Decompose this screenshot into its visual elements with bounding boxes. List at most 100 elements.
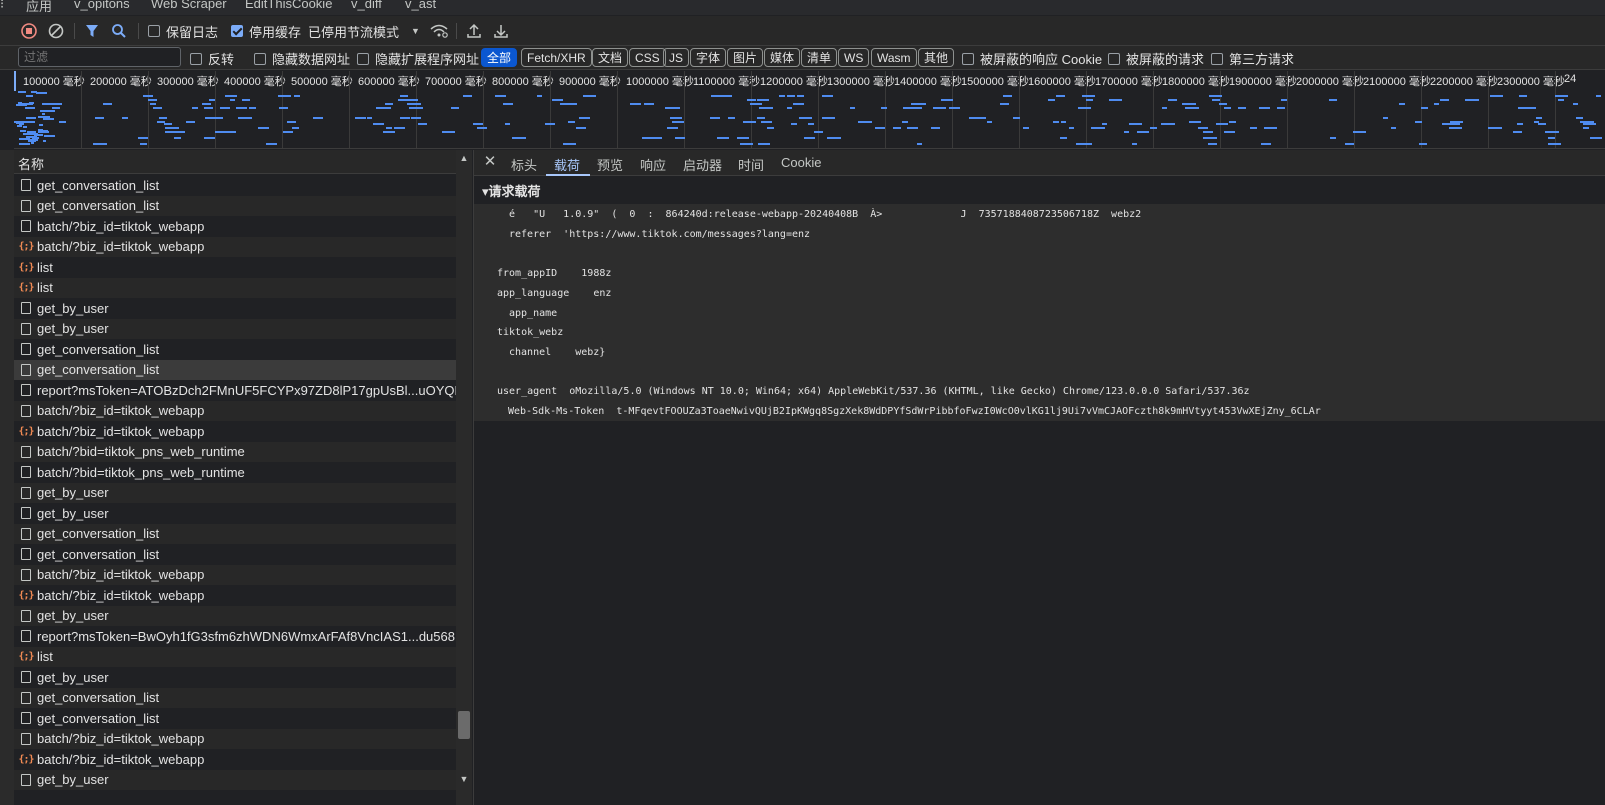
tab-v-ast[interactable]: v_ast [405,0,436,11]
scroll-down-icon[interactable]: ▼ [459,774,469,784]
filter-input[interactable] [18,47,181,67]
tab-timing[interactable]: 时间 [738,155,764,174]
request-row[interactable]: get_conversation_list [14,687,456,708]
request-row[interactable]: batch/?bid=tiktok_pns_web_runtime [14,462,456,483]
request-row[interactable]: get_conversation_list [14,708,456,729]
request-row[interactable]: get_conversation_list [14,523,456,544]
request-row[interactable]: {;} list [14,257,456,278]
request-row[interactable]: {;} batch/?biz_id=tiktok_webapp [14,749,456,770]
request-row[interactable]: {;} list [14,646,456,667]
wifi-settings-icon [430,24,448,38]
export-har-button[interactable] [492,21,510,41]
tab-application[interactable]: 应用 [26,0,52,15]
tab-v-opitons[interactable]: v_opitons [74,0,130,11]
tab-preview[interactable]: 预览 [597,155,623,174]
request-row[interactable]: get_by_user [14,605,456,626]
type-filter-other[interactable]: 其他 [918,48,955,67]
type-filter-media[interactable]: 媒体 [764,48,801,67]
document-icon [20,548,32,561]
request-payload-section-toggle[interactable]: ▾请求载荷 [482,181,541,200]
request-row[interactable]: {;} list [14,277,456,298]
type-filter-wasm[interactable]: Wasm [871,48,917,67]
request-row[interactable]: get_by_user [14,298,456,319]
invert-checkbox[interactable]: 反转 [190,49,234,68]
hide-ext-urls-checkbox[interactable]: 隐藏扩展程序网址 [357,49,479,68]
left-gutter [0,150,14,805]
document-glyph [21,691,31,704]
tab-v-diff[interactable]: v_diff [351,0,382,11]
type-filter-js[interactable]: JS [663,48,690,67]
request-row[interactable]: get_by_user [14,667,456,688]
more-tabs-icon[interactable]: ⁝ [0,0,4,12]
document-icon [20,630,32,643]
throttle-select[interactable]: 已停用节流模式 ▼ [308,21,420,41]
type-filter-img[interactable]: 图片 [727,48,764,67]
record-button[interactable] [20,21,38,41]
request-row[interactable]: get_by_user [14,482,456,503]
request-list-scrollbar[interactable]: ▲ ▼ [456,150,472,805]
type-filter-manifest[interactable]: 清单 [801,48,838,67]
payload-line: Web-Sdk-Ms-Token t-MFqevtFOOUZa3ToaeNwiv… [508,406,1321,417]
request-row[interactable]: {;} batch/?biz_id=tiktok_webapp [14,421,456,442]
request-row[interactable]: get_by_user [14,318,456,339]
disable-cache-checkbox[interactable]: 停用缓存 [231,21,301,41]
overview-request-bar [249,107,256,109]
network-overview-timeline[interactable]: 100000 毫秒 200000 毫秒 300000 毫秒 400000 毫秒 5000… [14,71,1605,149]
overview-request-bar [451,107,459,109]
overview-request-bar [710,117,720,119]
request-row[interactable]: batch/?biz_id=tiktok_webapp [14,216,456,237]
import-har-button[interactable] [465,21,483,41]
script-icon: {;} [18,651,34,663]
script-glyph: {;} [18,651,34,663]
request-row[interactable]: report?msToken=ATOBzDch2FMnUF5FCYPx97ZD8… [14,380,456,401]
request-row[interactable]: get_conversation_list [14,339,456,360]
request-name: get_by_user [37,485,109,501]
tab-editthiscookie[interactable]: EditThisCookie [245,0,332,11]
tab-initiator[interactable]: 启动器 [683,155,722,174]
type-filter-fetch-xhr[interactable]: Fetch/XHR [521,48,592,67]
request-row[interactable]: report?msToken=BwOyh1fG3sfm6zhWDN6WmxArF… [14,626,456,647]
type-filter-doc[interactable]: 文档 [592,48,629,67]
preserve-log-checkbox[interactable]: 保留日志 [148,21,218,41]
request-row[interactable]: batch/?biz_id=tiktok_webapp [14,728,456,749]
clear-button[interactable] [47,21,65,41]
blocked-requests-checkbox[interactable]: 被屏蔽的请求 [1108,49,1204,68]
type-filter-ws[interactable]: WS [838,48,870,67]
third-party-checkbox[interactable]: 第三方请求 [1211,49,1294,68]
overview-request-bar [850,107,855,109]
tab-headers[interactable]: 标头 [511,155,537,174]
scrollbar-thumb[interactable] [458,711,470,739]
overview-time-label: 700000 毫秒 [425,76,487,88]
overview-request-bar [150,103,156,105]
request-row[interactable]: {;} batch/?biz_id=tiktok_webapp [14,236,456,257]
tab-response[interactable]: 响应 [640,155,666,174]
request-row[interactable]: get_by_user [14,769,456,790]
tab-cookies[interactable]: Cookie [781,155,821,170]
request-row[interactable]: get_conversation_list [14,359,456,380]
close-icon[interactable]: ✕ [482,154,498,170]
overview-request-bar [44,103,54,105]
overview-request-bar [122,117,128,119]
network-conditions-button[interactable] [429,21,449,41]
scroll-up-icon[interactable]: ▲ [459,153,469,163]
type-filter-css[interactable]: CSS [629,48,666,67]
hide-data-urls-checkbox[interactable]: 隐藏数据网址 [254,49,350,68]
request-row[interactable]: batch/?bid=tiktok_pns_web_runtime [14,441,456,462]
tab-web-scraper[interactable]: Web Scraper [151,0,227,11]
request-row[interactable]: get_conversation_list [14,544,456,565]
request-row[interactable]: {;} batch/?biz_id=tiktok_webapp [14,585,456,606]
column-header-name[interactable]: 名称 [14,150,456,174]
type-filter-all[interactable]: 全部 [481,48,518,67]
blocked-cookies-checkbox[interactable]: 被屏蔽的响应 Cookie [962,49,1102,68]
overview-request-bar [394,127,405,129]
search-button[interactable] [110,21,128,41]
type-filter-font[interactable]: 字体 [690,48,727,67]
request-row[interactable]: batch/?biz_id=tiktok_webapp [14,400,456,421]
tab-payload[interactable]: 载荷 [554,155,580,174]
request-row[interactable]: get_conversation_list [14,175,456,196]
request-row[interactable]: batch/?biz_id=tiktok_webapp [14,564,456,585]
filter-toggle-button[interactable] [83,21,101,41]
request-row[interactable]: get_conversation_list [14,195,456,216]
overview-request-bar [503,103,513,105]
request-row[interactable]: get_by_user [14,503,456,524]
